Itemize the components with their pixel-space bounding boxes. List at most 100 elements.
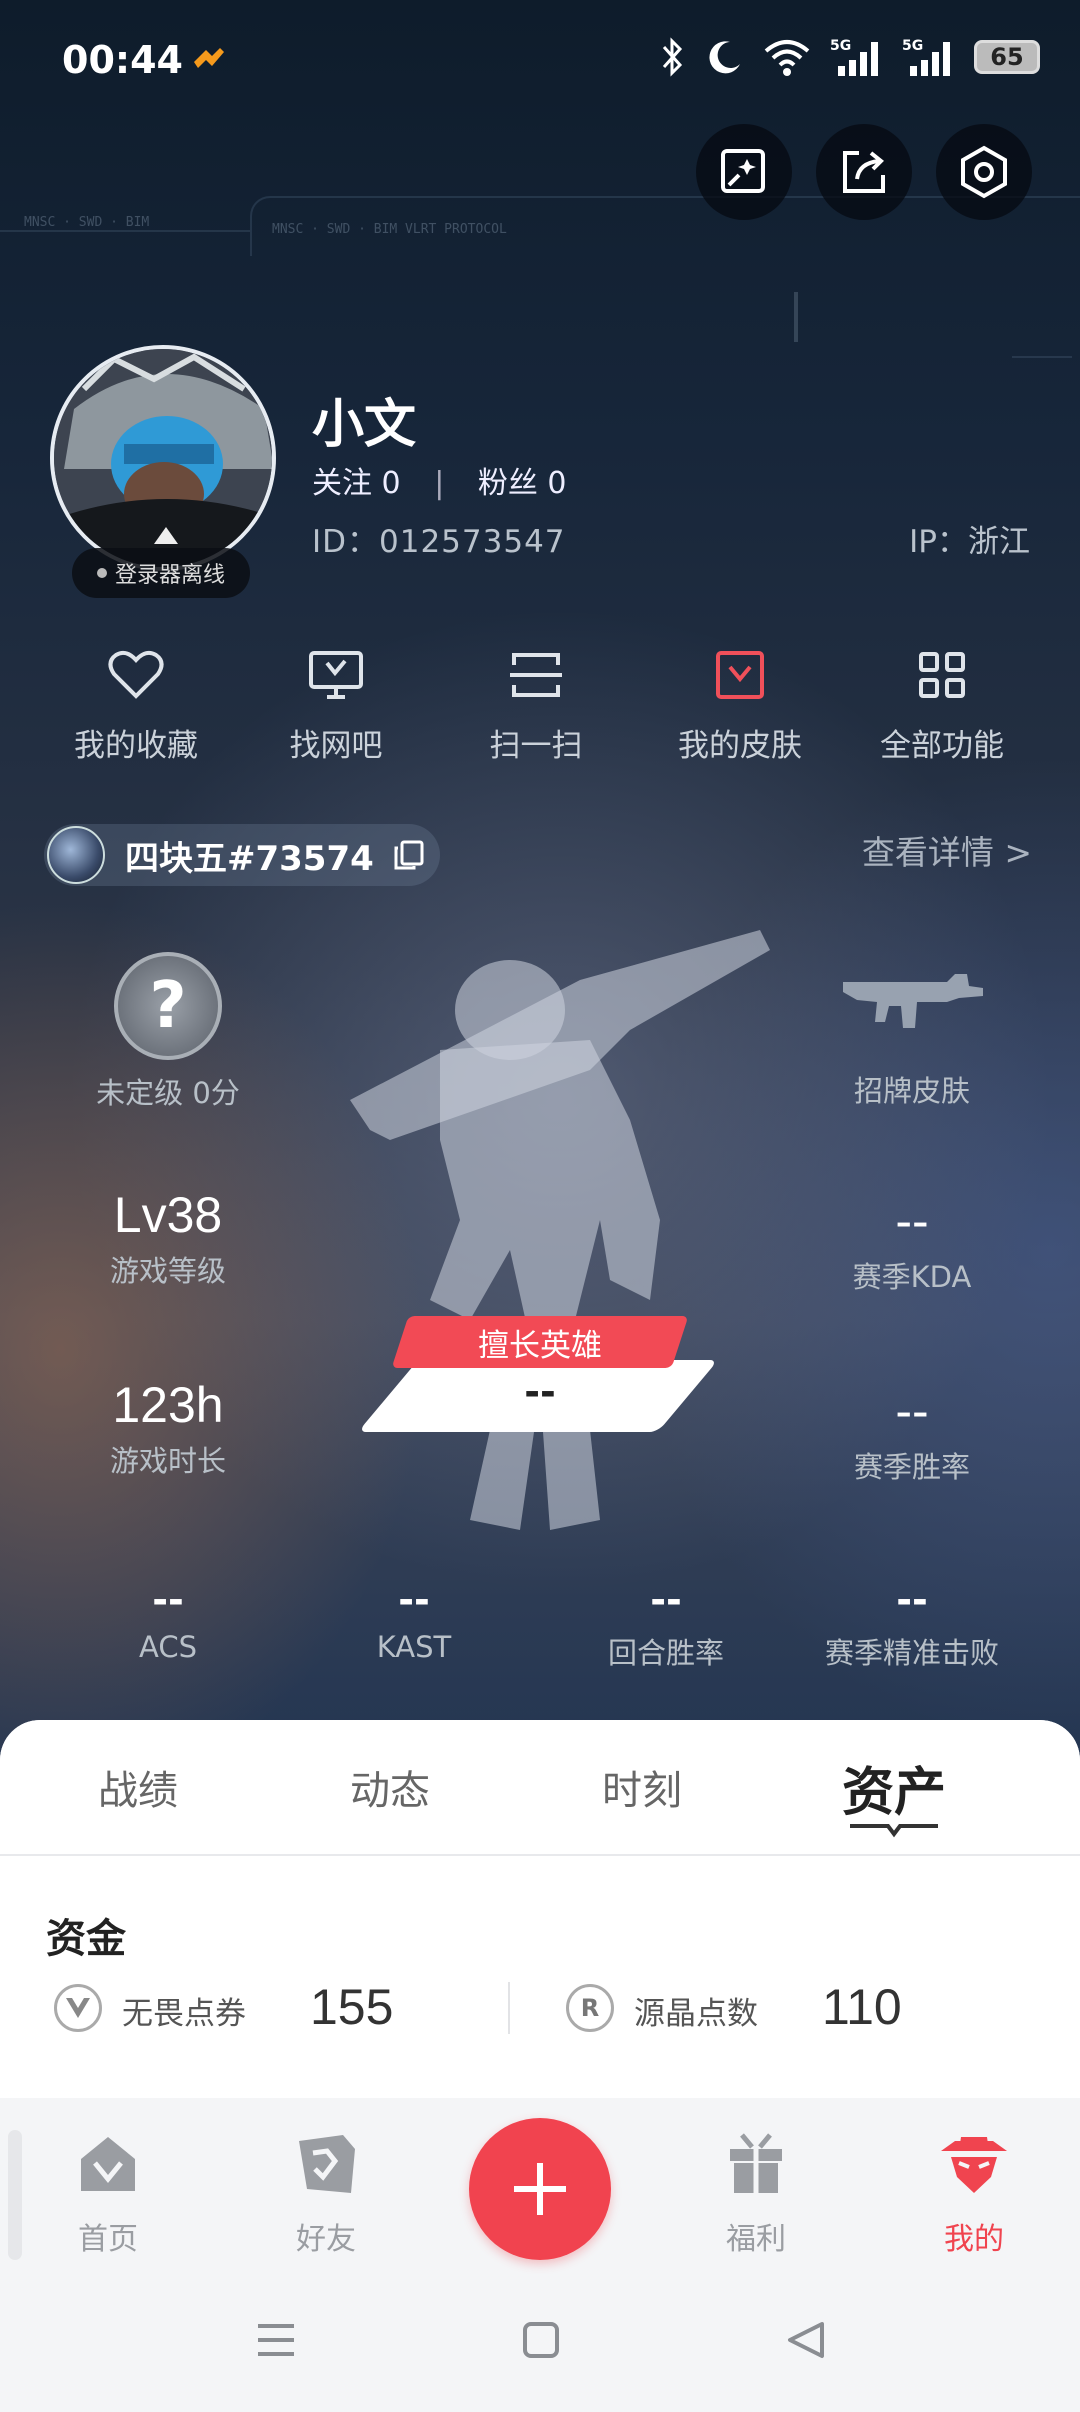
- radianite-label: 源晶点数: [634, 1996, 758, 2032]
- quick-action-all[interactable]: 全部功能: [842, 640, 1042, 765]
- winrate-value: --: [895, 1383, 929, 1439]
- svg-text:5G: 5G: [902, 38, 923, 54]
- vp-label: 无畏点券: [122, 1996, 246, 2032]
- battery-indicator: 65: [974, 40, 1040, 74]
- back-icon[interactable]: [786, 2320, 826, 2360]
- follow-stats: 关注 0 | 粉丝 0: [312, 458, 566, 502]
- quick-action-favorites[interactable]: 我的收藏: [36, 640, 236, 765]
- radianite-coin-icon: R: [566, 1984, 614, 2032]
- status-icons: 5G 5G 65: [658, 36, 1040, 78]
- nav-home[interactable]: 首页: [38, 2128, 178, 2258]
- username: 小文: [312, 395, 417, 455]
- rank-stat[interactable]: ? 未定级 0分: [38, 952, 298, 1112]
- view-details-link[interactable]: 查看详情 >: [862, 826, 1032, 874]
- funds-title: 资金: [46, 1916, 126, 1962]
- nav-friends-label: 好友: [296, 2222, 356, 2257]
- game-account-name: 四块五#73574: [125, 838, 374, 879]
- best-hero-value: --: [524, 1370, 556, 1414]
- status-time: 00:44: [62, 38, 183, 82]
- quick-action-scan[interactable]: 扫一扫: [436, 640, 636, 765]
- quick-action-label: 我的皮肤: [678, 728, 802, 764]
- follow-separator: |: [434, 466, 445, 501]
- heart-icon: [108, 650, 164, 699]
- side-handle[interactable]: [8, 2130, 22, 2260]
- home-square-icon[interactable]: [522, 2320, 560, 2360]
- login-status-badge: 登录器离线: [72, 548, 250, 598]
- tab-record[interactable]: 战绩: [38, 1758, 238, 1816]
- status-dot: [96, 568, 107, 578]
- playtime-value: 123h: [112, 1377, 224, 1433]
- rank-label: 未定级 0分: [96, 1076, 240, 1110]
- hud-decoration: MNSC · SWD · BIM: [24, 215, 150, 230]
- kast-stat: -- KAST: [284, 1578, 544, 1664]
- plus-button[interactable]: [469, 2118, 611, 2260]
- nav-me[interactable]: 我的: [904, 2128, 1044, 2258]
- follow-label[interactable]: 关注: [312, 466, 372, 501]
- bluetooth-icon: [662, 37, 683, 77]
- monitor-icon: [309, 651, 363, 699]
- avatar[interactable]: [50, 345, 276, 571]
- fans-label[interactable]: 粉丝: [478, 466, 538, 501]
- winrate-stat: -- 赛季胜率: [782, 1382, 1042, 1486]
- hud-decoration: [794, 292, 798, 342]
- level-label: 游戏等级: [109, 1254, 226, 1288]
- game-avatar: [47, 826, 105, 884]
- acs-label: ACS: [139, 1630, 197, 1664]
- home-icon: [81, 2137, 135, 2191]
- signature-skin-label: 招牌皮肤: [853, 1074, 970, 1108]
- playtime-label: 游戏时长: [109, 1444, 226, 1478]
- quick-action-netcafe[interactable]: 找网吧: [236, 640, 436, 765]
- status-bar: 00:44 5G 5G 65: [0, 0, 1080, 120]
- share-button[interactable]: [816, 124, 912, 220]
- round-winrate-stat: -- 回合胜率: [536, 1578, 796, 1672]
- fans-count[interactable]: 0: [547, 466, 566, 501]
- acs-stat: -- ACS: [38, 1578, 298, 1664]
- level-stat: Lv38 游戏等级: [38, 1186, 298, 1290]
- copy-icon[interactable]: [392, 838, 426, 872]
- kast-value: --: [398, 1578, 430, 1622]
- agent-icon: [941, 2137, 1007, 2193]
- active-tab-indicator: [850, 1824, 938, 1838]
- hud-decoration: MNSC · SWD · BIM VLRT PROTOCOL: [272, 222, 507, 237]
- nav-me-label: 我的: [944, 2222, 1004, 2257]
- assets-section: [0, 1856, 1080, 2098]
- level-value: Lv38: [113, 1187, 223, 1243]
- nav-friends[interactable]: 好友: [256, 2128, 396, 2258]
- signature-skin-stat[interactable]: 招牌皮肤: [782, 966, 1042, 1110]
- scan-icon: [510, 653, 562, 697]
- kda-value: --: [895, 1193, 929, 1249]
- rank-icon: ?: [149, 969, 187, 1043]
- settings-button[interactable]: [936, 124, 1032, 220]
- quick-action-label: 扫一扫: [489, 728, 583, 764]
- round-winrate-value: --: [650, 1578, 682, 1622]
- follow-count[interactable]: 0: [382, 466, 401, 501]
- edit-card-button[interactable]: [696, 124, 792, 220]
- ip-location: IP：浙江: [909, 524, 1030, 560]
- precision-kills-stat: -- 赛季精准击败: [782, 1578, 1042, 1672]
- tab-moments[interactable]: 时刻: [542, 1758, 742, 1816]
- share-icon: [843, 151, 885, 193]
- vp-value: 155: [310, 1979, 394, 2035]
- round-winrate-label: 回合胜率: [607, 1636, 724, 1670]
- nav-benefits-label: 福利: [726, 2222, 786, 2257]
- plus-icon: [514, 2163, 566, 2215]
- hud-decoration: [1012, 356, 1072, 358]
- tab-feed[interactable]: 动态: [290, 1758, 490, 1816]
- tab-assets[interactable]: 资产: [794, 1750, 994, 1825]
- signal-5g-icon: 5G: [830, 38, 878, 76]
- gun-icon: [843, 974, 983, 1028]
- precision-kills-label: 赛季精准击败: [824, 1636, 999, 1670]
- game-account-pill[interactable]: 四块五#73574: [44, 824, 440, 886]
- quick-action-label: 找网吧: [289, 728, 383, 764]
- settings-hex-icon: [961, 145, 1007, 199]
- agent-silhouette: [350, 930, 770, 1530]
- nav-benefits[interactable]: 福利: [686, 2128, 826, 2258]
- menu-icon[interactable]: [256, 2320, 296, 2360]
- assets-separator: [508, 1982, 510, 2034]
- user-id: ID：012573547: [312, 524, 566, 560]
- kda-label: 赛季KDA: [852, 1260, 972, 1294]
- nav-home-label: 首页: [78, 2222, 138, 2257]
- avatar-photo: [54, 349, 272, 567]
- radianite-value: 110: [822, 1979, 902, 2035]
- quick-action-skins[interactable]: 我的皮肤: [640, 640, 840, 765]
